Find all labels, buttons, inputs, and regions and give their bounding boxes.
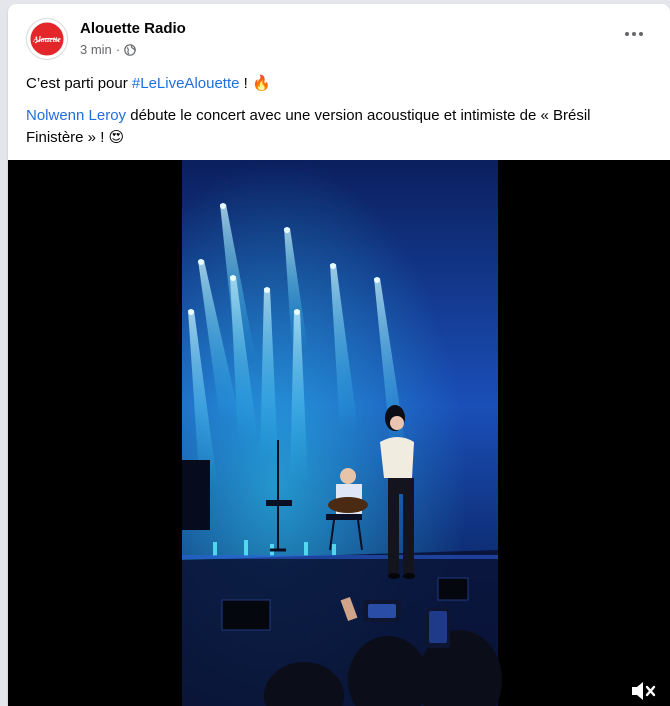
video-player[interactable]: [8, 160, 670, 706]
svg-text:Alouette: Alouette: [32, 35, 61, 44]
volume-muted-icon: [632, 682, 656, 700]
post-text-suffix: !: [239, 75, 252, 92]
page-avatar[interactable]: Alouette: [26, 18, 68, 60]
mute-button[interactable]: [628, 678, 658, 704]
video-frame: [182, 160, 502, 706]
post-header: Alouette Alouette Radio 3 min ·: [8, 4, 670, 64]
post-text-line1: C’est parti pour #LeLiveAlouette ! 🔥: [26, 74, 271, 92]
more-horizontal-icon: [625, 32, 629, 36]
post-meta: 3 min ·: [80, 42, 136, 57]
post-time[interactable]: 3 min: [80, 42, 112, 57]
meta-separator: ·: [115, 42, 121, 57]
more-options-button[interactable]: [620, 24, 648, 44]
post-card: Alouette Alouette Radio 3 min · C’est pa…: [8, 4, 670, 706]
hashtag-link[interactable]: #LeLiveAlouette: [132, 75, 240, 92]
fire-emoji: 🔥: [252, 75, 271, 92]
mention-link[interactable]: Nolwenn Leroy: [26, 107, 126, 124]
globe-icon[interactable]: [124, 43, 136, 56]
page-name-link[interactable]: Alouette Radio: [80, 20, 186, 37]
post-text: C’est parti pour: [26, 75, 132, 92]
post-text-line2: Nolwenn Leroy débute le concert avec une…: [26, 105, 646, 149]
heart-eyes-emoji: 😍: [108, 129, 125, 146]
alouette-logo: Alouette: [29, 21, 65, 57]
